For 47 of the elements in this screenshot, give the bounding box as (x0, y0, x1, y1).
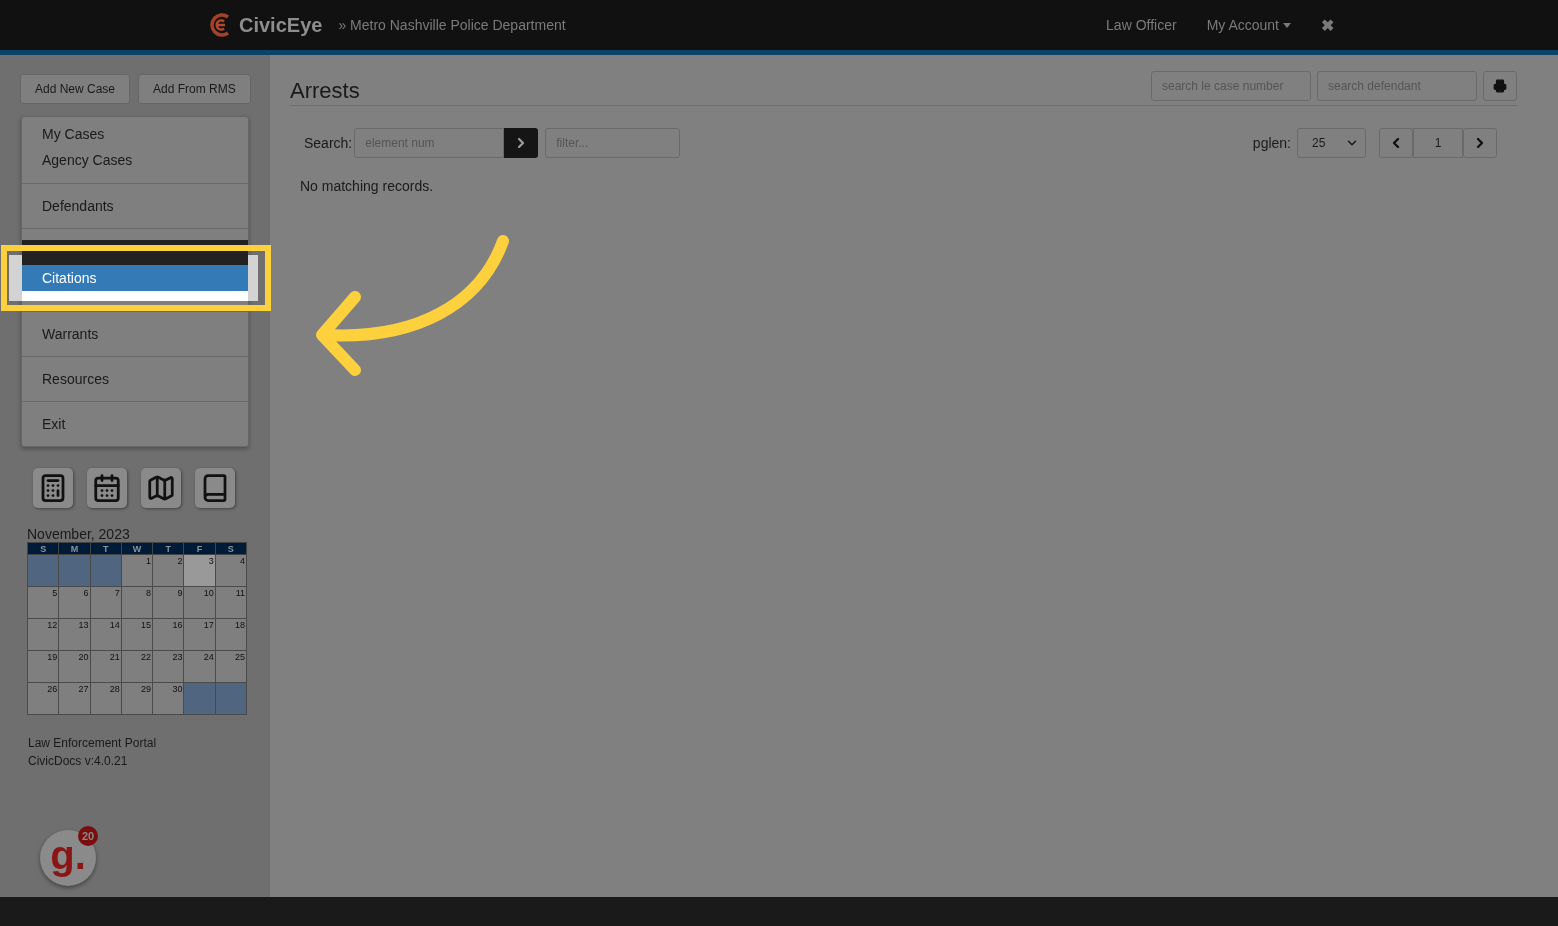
calendar-day[interactable]: 5 (27, 586, 59, 619)
footer-text: CivicDocs v:4.0.21 (28, 754, 129, 768)
caret-icon (1283, 22, 1291, 28)
page-number: 1 (1413, 128, 1463, 158)
page-title: Arrests (290, 77, 360, 104)
menu-item[interactable]: Resources (22, 366, 248, 392)
sidebar-button[interactable]: Add From RMS (138, 74, 251, 104)
next-page-button[interactable] (1463, 128, 1497, 158)
menu-item[interactable]: Warrants (22, 321, 248, 347)
page-length-label: pglen: (1252, 135, 1291, 151)
weekday-header: S (27, 542, 59, 555)
print-button[interactable] (1483, 71, 1517, 101)
empty-message: No matching records. (300, 178, 435, 194)
page-length-select[interactable]: 25 (1297, 128, 1366, 158)
agency-name: » Metro Nashville Police Department (338, 17, 566, 33)
weekday-header: S (215, 542, 247, 555)
calendar-title: November, 2023 (27, 526, 131, 542)
search-label: Search: (304, 135, 353, 151)
tool-button[interactable] (141, 468, 181, 508)
menu-item[interactable]: Exit (22, 411, 248, 437)
weekday-header: M (58, 542, 91, 555)
menu-item[interactable]: Agency Cases (22, 147, 248, 173)
nav-link[interactable]: Law Officer (1106, 17, 1177, 33)
tool-button[interactable] (195, 468, 235, 508)
sidebar-button[interactable]: Add New Case (20, 74, 131, 104)
weekday-header: F (183, 542, 216, 555)
calendar-day[interactable]: 12 (27, 618, 59, 651)
close-button[interactable]: ✖ (1321, 15, 1334, 35)
calendar-day[interactable]: 19 (27, 650, 59, 683)
calendar-icon (92, 473, 122, 503)
weekday-header: T (152, 542, 184, 555)
printer-icon (1493, 79, 1507, 93)
calendar-day[interactable]: 26 (27, 682, 59, 715)
previous-page-button[interactable] (1379, 128, 1413, 158)
weekday-header: W (121, 542, 153, 555)
map-icon (146, 473, 176, 503)
notification-count: 20 (78, 826, 98, 846)
account-menu[interactable]: My Account (1206, 17, 1291, 33)
tool-button[interactable] (33, 468, 73, 508)
go-button[interactable] (504, 128, 539, 158)
menu-item[interactable]: My Cases (22, 121, 248, 147)
menu-item[interactable]: Defendants (22, 193, 248, 219)
tool-button[interactable] (87, 468, 127, 508)
menu-item[interactable]: Citations (22, 265, 248, 291)
footer-text: Law Enforcement Portal (28, 736, 158, 750)
brand-name: CivicEye (239, 13, 323, 37)
weekday-header: T (90, 542, 122, 555)
